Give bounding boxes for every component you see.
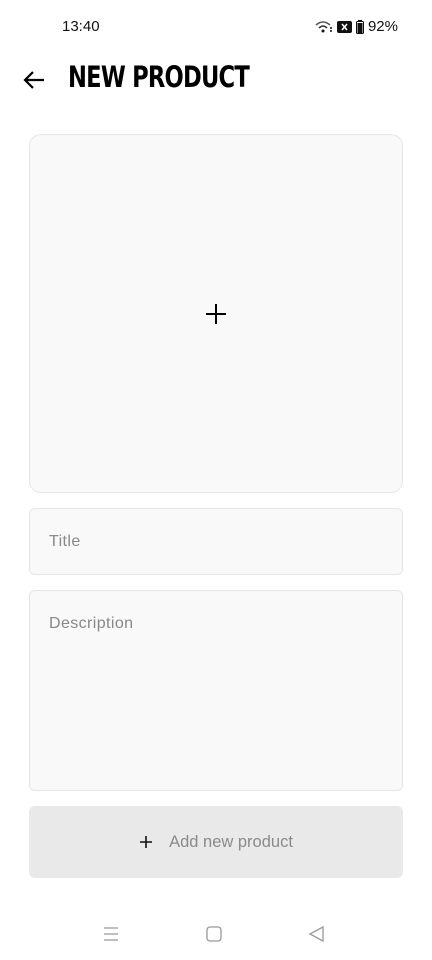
- back-arrow-icon[interactable]: [20, 66, 48, 94]
- menu-nav-icon[interactable]: [101, 924, 121, 944]
- page-title: NEW PRODUCT: [68, 60, 250, 94]
- back-nav-icon[interactable]: [307, 924, 327, 944]
- wifi-icon: [315, 20, 332, 32]
- battery-percent: 92%: [367, 18, 398, 35]
- title-input[interactable]: Title: [29, 508, 403, 575]
- battery-icon: [355, 19, 364, 34]
- add-image-button[interactable]: [29, 134, 403, 493]
- home-nav-icon[interactable]: [204, 924, 224, 944]
- description-input[interactable]: Description: [29, 590, 403, 791]
- plus-icon: [206, 303, 226, 324]
- add-product-button[interactable]: Add new product: [29, 806, 403, 878]
- status-time: 13:40: [62, 18, 100, 35]
- sim-blocked-icon: [336, 20, 352, 33]
- plus-icon: [140, 836, 153, 848]
- status-icons: 92%: [315, 18, 398, 35]
- add-product-label: Add new product: [169, 832, 293, 851]
